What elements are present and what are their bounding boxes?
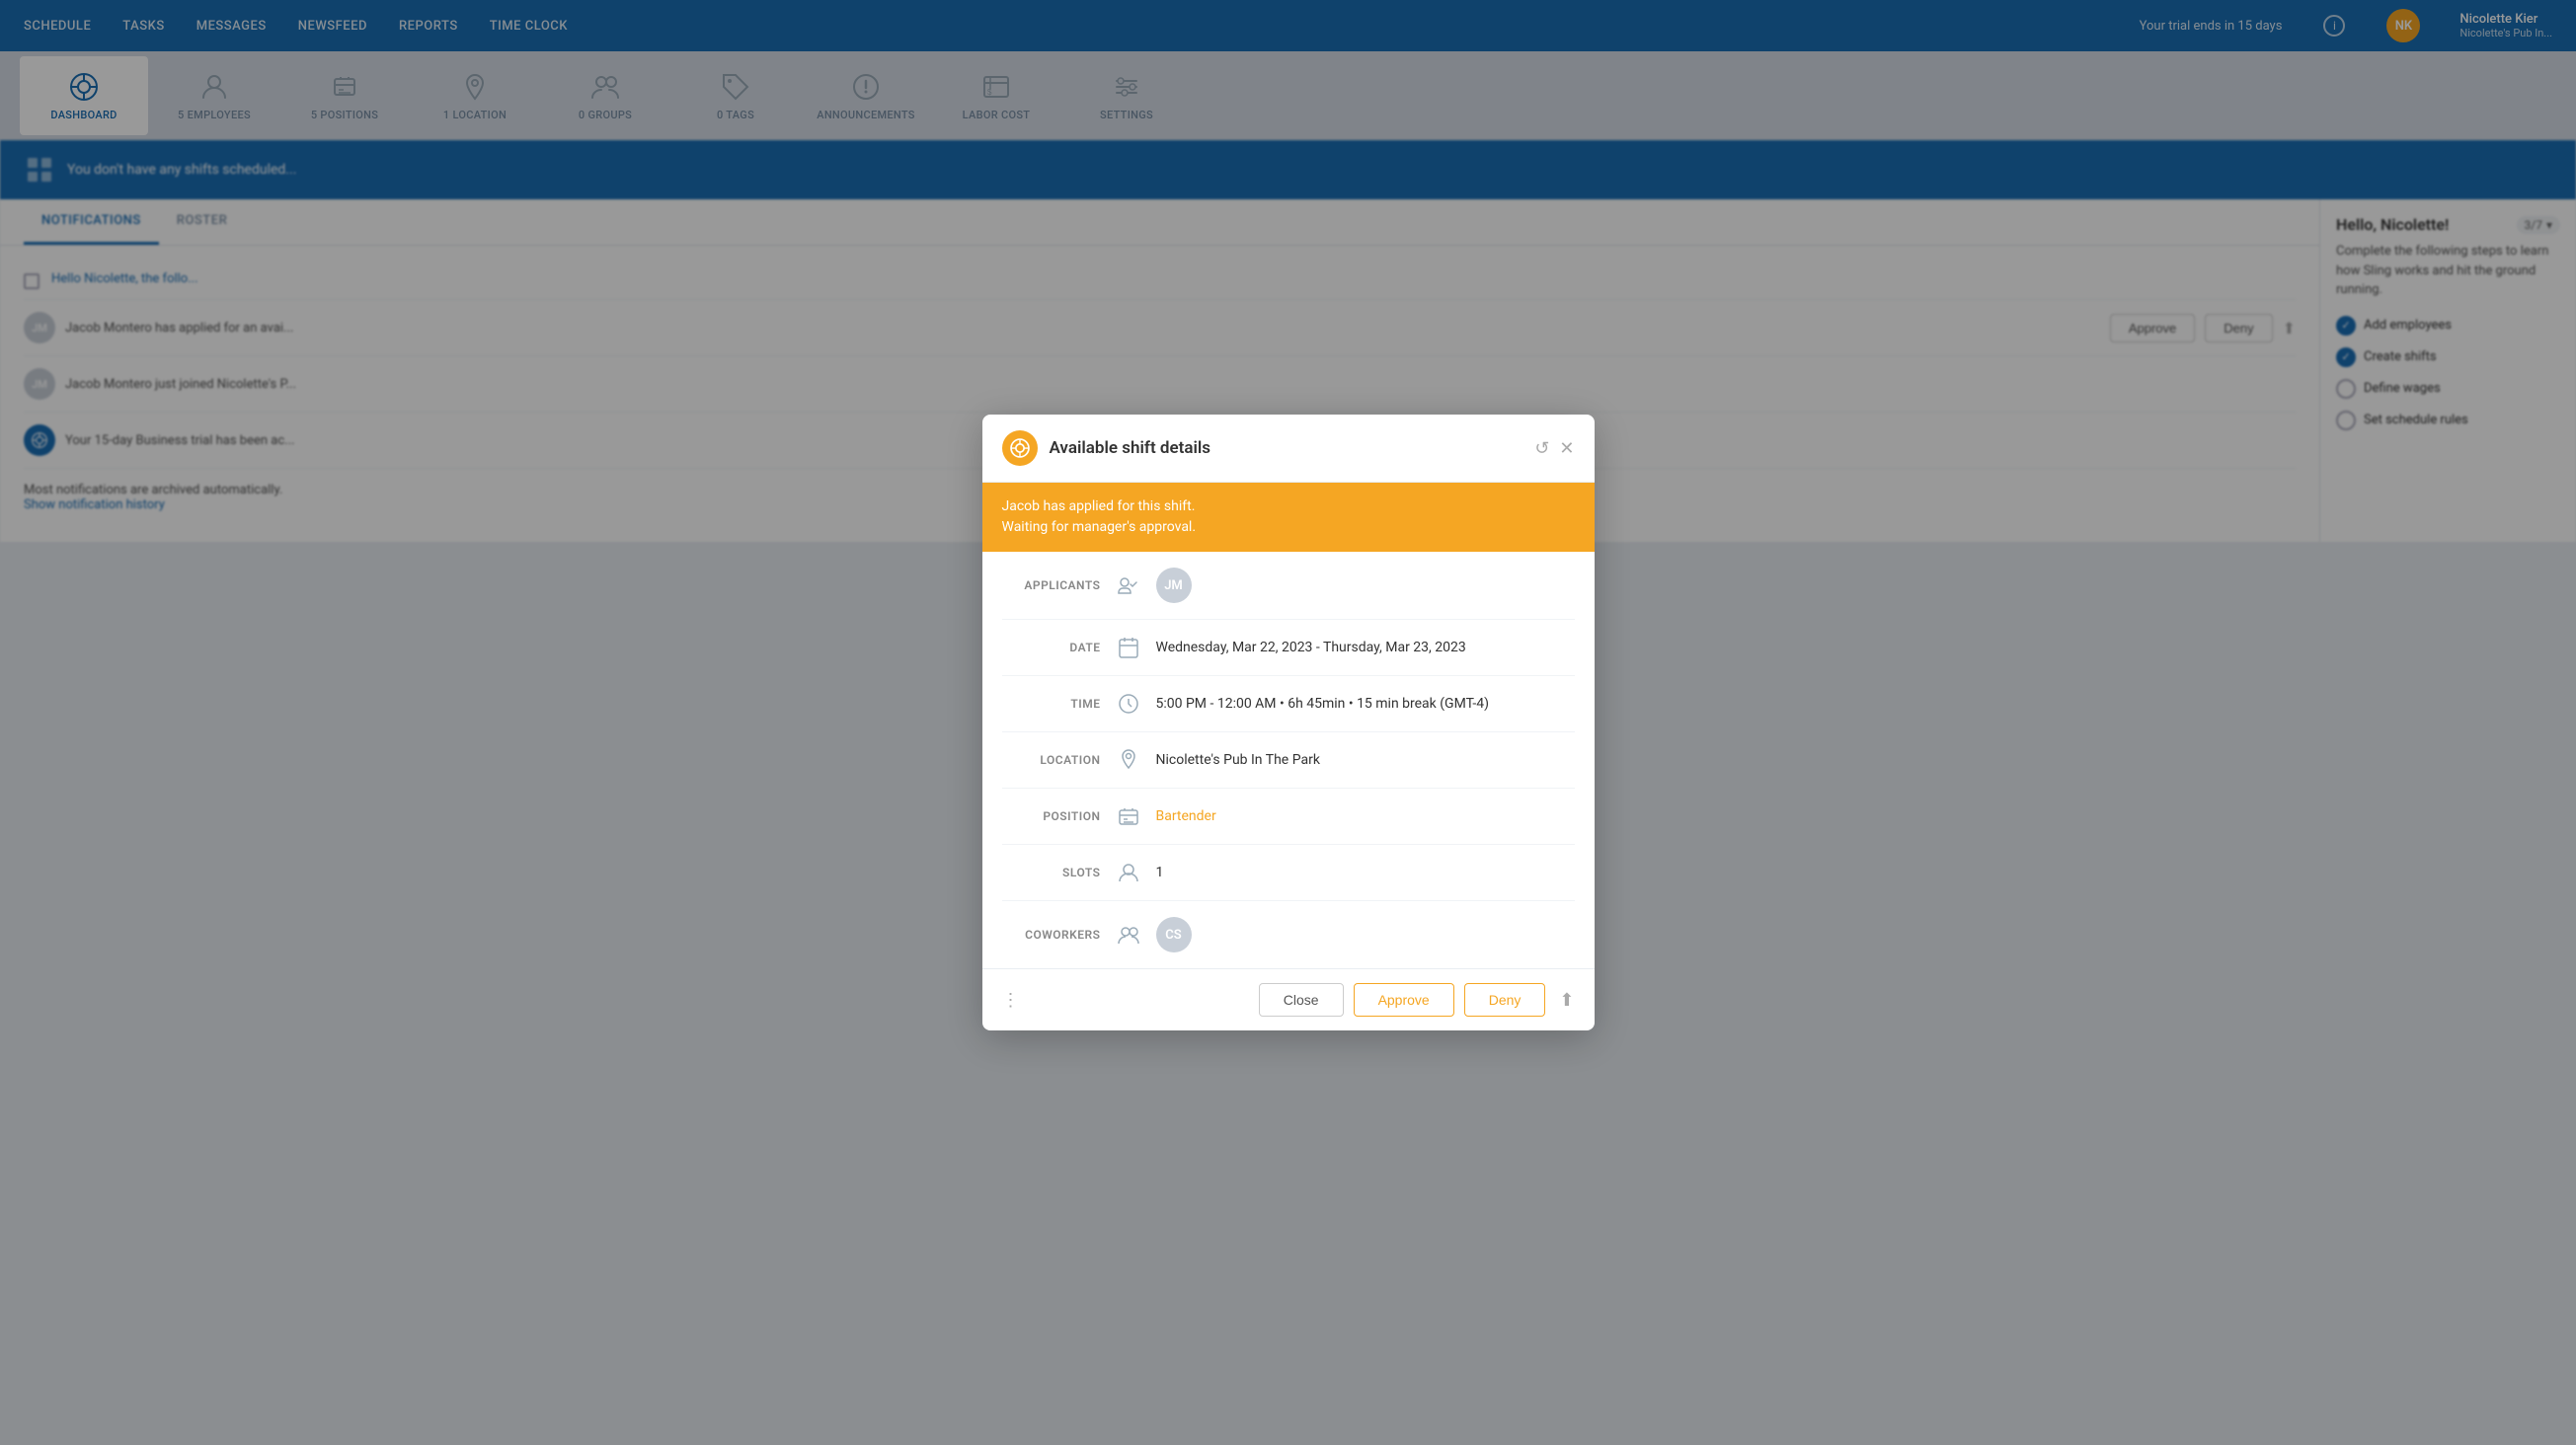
coworkers-label: COWORKERS	[1002, 928, 1101, 942]
location-label: LOCATION	[1002, 753, 1101, 767]
applicants-label: APPLICANTS	[1002, 578, 1101, 592]
time-label: TIME	[1002, 697, 1101, 711]
modal-logo	[1002, 430, 1038, 466]
modal-alert-banner: Jacob has applied for this shift.Waiting…	[982, 483, 1595, 552]
position-label: POSITION	[1002, 809, 1101, 823]
modal-header-actions: ↺ ✕	[1534, 438, 1574, 459]
modal-history-icon[interactable]: ↺	[1534, 438, 1549, 459]
date-icon	[1115, 636, 1142, 659]
export-icon[interactable]: ⬆	[1559, 990, 1574, 1011]
modal-row-slots: SLOTS 1	[1002, 845, 1575, 901]
slots-icon	[1115, 861, 1142, 884]
close-button[interactable]: Close	[1259, 983, 1344, 1017]
modal-overlay[interactable]: Available shift details ↺ ✕ Jacob has ap…	[0, 0, 2576, 1445]
deny-button[interactable]: Deny	[1464, 983, 1546, 1017]
time-value: 5:00 PM - 12:00 AM • 6h 45min • 15 min b…	[1156, 696, 1489, 712]
date-value: Wednesday, Mar 22, 2023 - Thursday, Mar …	[1156, 640, 1466, 655]
date-label: DATE	[1002, 641, 1101, 654]
applicants-icon	[1115, 573, 1142, 597]
modal-header: Available shift details ↺ ✕	[982, 415, 1595, 483]
modal-available-shift: Available shift details ↺ ✕ Jacob has ap…	[982, 415, 1595, 1030]
applicant-avatar: JM	[1156, 568, 1192, 603]
location-value: Nicolette's Pub In The Park	[1156, 752, 1320, 768]
position-value[interactable]: Bartender	[1156, 808, 1216, 824]
coworkers-icon	[1115, 923, 1142, 947]
modal-row-location: LOCATION Nicolette's Pub In The Park	[1002, 732, 1575, 789]
coworker-avatar: CS	[1156, 917, 1192, 952]
applicants-value: JM	[1156, 568, 1198, 603]
approve-button[interactable]: Approve	[1354, 983, 1454, 1017]
modal-close-icon[interactable]: ✕	[1559, 438, 1574, 459]
modal-alert-text: Jacob has applied for this shift.Waiting…	[1002, 498, 1197, 535]
modal-title: Available shift details	[1050, 438, 1523, 458]
location-icon	[1115, 748, 1142, 772]
modal-body: APPLICANTS JM DATE	[982, 552, 1595, 968]
modal-row-time: TIME 5:00 PM - 12:00 AM • 6h 45min • 15 …	[1002, 676, 1575, 732]
modal-footer: ⋮ Close Approve Deny ⬆	[982, 968, 1595, 1030]
modal-row-applicants: APPLICANTS JM	[1002, 552, 1575, 620]
footer-dots-menu[interactable]: ⋮	[1002, 990, 1020, 1011]
slots-label: SLOTS	[1002, 866, 1101, 879]
coworkers-value: CS	[1156, 917, 1198, 952]
modal-row-date: DATE Wednesday, Mar 22, 2023 - Thursday,…	[1002, 620, 1575, 676]
slots-value: 1	[1156, 865, 1164, 880]
modal-row-position: POSITION Bartender	[1002, 789, 1575, 845]
position-icon	[1115, 804, 1142, 828]
time-icon	[1115, 692, 1142, 716]
modal-row-coworkers: COWORKERS CS	[1002, 901, 1575, 968]
